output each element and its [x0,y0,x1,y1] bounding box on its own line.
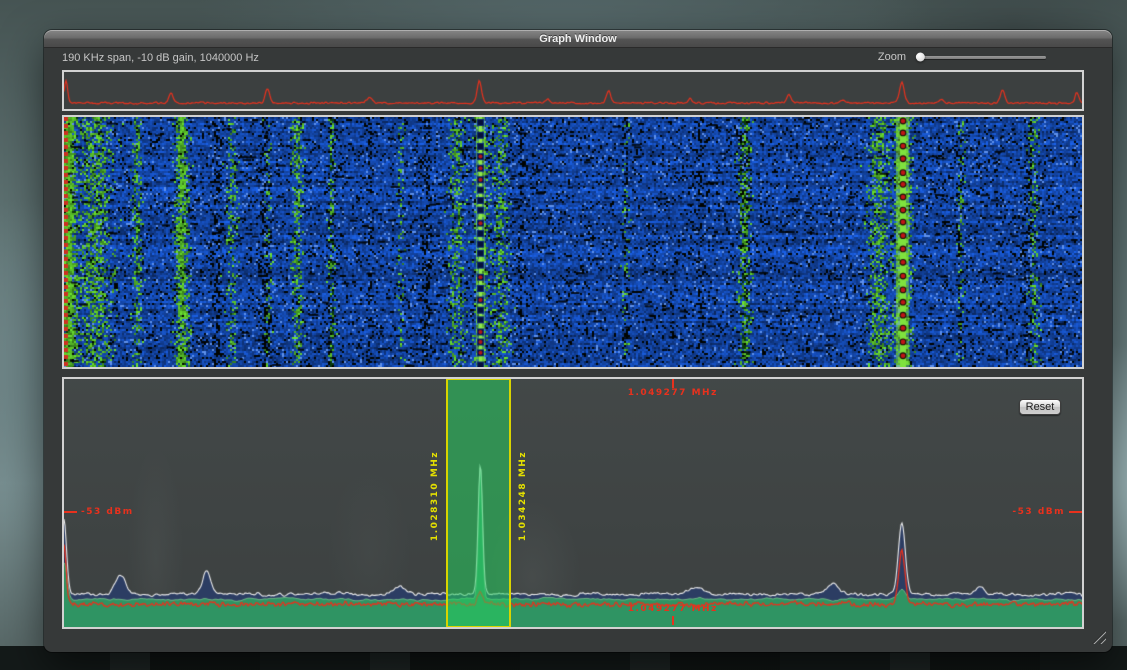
selection-end-frequency-label: 1.034248 MHz [518,450,528,540]
resize-grip-icon[interactable] [1091,629,1106,644]
spectrum-panel[interactable]: 1.028310 MHz 1.034248 MHz 1.049277 MHz 1… [62,377,1084,629]
frequency-marker-top: 1.049277 MHz [628,388,718,398]
overview-spectrum-panel[interactable] [62,70,1084,111]
waterfall-canvas[interactable] [64,117,1082,367]
selection-start-frequency-label: 1.028310 MHz [430,450,440,540]
graph-window: Graph Window 190 KHz span, -10 dB gain, … [44,30,1112,652]
frequency-marker-bottom: 1.049277 MHz [628,604,718,614]
zoom-slider-track[interactable] [916,56,1046,59]
level-tick-icon [1069,511,1082,513]
power-level-label-right: -53 dBm [1012,507,1082,517]
frequency-selection-region[interactable] [446,379,511,627]
zoom-control: Zoom [878,51,1046,63]
marker-tick-top [672,379,674,388]
level-tick-icon [64,511,77,513]
waterfall-panel[interactable] [62,115,1084,369]
status-text: 190 KHz span, -10 dB gain, 1040000 Hz [62,52,259,64]
marker-tick-bottom [672,616,674,625]
reset-button[interactable]: Reset [1019,399,1061,415]
power-level-label-left: -53 dBm [64,507,134,517]
zoom-label: Zoom [878,51,906,63]
window-title: Graph Window [539,33,617,45]
power-level-text-left: -53 dBm [81,507,134,517]
window-titlebar[interactable]: Graph Window [44,30,1112,48]
power-level-text-right: -53 dBm [1012,507,1065,517]
zoom-slider-knob[interactable] [915,53,924,62]
spectrum-canvas[interactable] [64,379,1082,627]
overview-spectrum-canvas[interactable] [64,72,1082,109]
